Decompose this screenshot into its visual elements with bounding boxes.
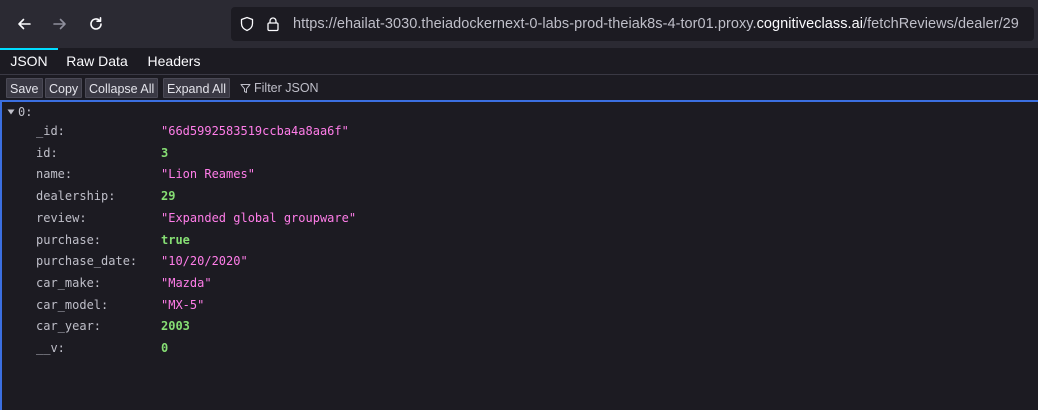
json-value: "Expanded global groupware"	[161, 210, 357, 225]
json-key: purchase:	[36, 232, 102, 247]
json-key: car_year:	[36, 319, 102, 334]
json-key: name:	[36, 167, 73, 182]
reload-icon[interactable]	[82, 10, 110, 38]
save-button[interactable]: Save	[6, 78, 43, 98]
json-key: review:	[36, 210, 87, 225]
json-viewer: 0: _id: "66d5992583519ccba4a8aa6f" id: 3 nam…	[0, 102, 1038, 410]
json-toolbar: Save Copy Collapse All Expand All Filter…	[0, 75, 1038, 102]
filter-placeholder: Filter JSON	[254, 81, 319, 95]
json-key: id:	[36, 145, 58, 160]
json-key: car_model:	[36, 297, 109, 312]
shield-icon[interactable]	[239, 16, 255, 32]
json-value: "Mazda"	[161, 275, 212, 290]
tab-headers[interactable]: Headers	[136, 48, 212, 74]
filter-icon	[240, 80, 251, 100]
json-value: true	[161, 232, 190, 247]
browser-toolbar: https://ehailat-3030.theiadockernext-0-l…	[0, 0, 1038, 48]
json-value: 0	[161, 341, 169, 355]
json-value: "MX-5"	[161, 297, 205, 312]
address-bar[interactable]: https://ehailat-3030.theiadockernext-0-l…	[231, 7, 1034, 41]
url-prefix: https://ehailat-3030.theiadockernext-0-l…	[293, 16, 757, 32]
arrow-right-icon[interactable]	[46, 10, 74, 38]
arrow-left-icon[interactable]	[10, 10, 38, 38]
copy-button[interactable]: Copy	[45, 78, 83, 98]
json-value: "10/20/2020"	[161, 254, 248, 269]
viewer-tabs: JSON Raw Data Headers	[0, 48, 1038, 75]
expand-all-button[interactable]: Expand All	[163, 78, 231, 98]
tab-raw-data[interactable]: Raw Data	[58, 48, 136, 74]
json-key: purchase_date:	[36, 254, 138, 269]
filter-json-input[interactable]: Filter JSON	[240, 78, 319, 98]
json-key: _id:	[36, 124, 65, 138]
json-root-node[interactable]: 0:	[7, 103, 32, 121]
json-value: "Lion Reames"	[161, 167, 255, 182]
tab-json[interactable]: JSON	[0, 48, 58, 74]
url-host: cognitiveclass.ai	[756, 16, 863, 32]
json-value: "66d5992583519ccba4a8aa6f"	[161, 124, 349, 138]
json-value: 3	[161, 145, 169, 160]
triangle-down-icon	[7, 103, 15, 121]
collapse-all-button[interactable]: Collapse All	[85, 78, 159, 98]
json-key: dealership:	[36, 189, 116, 204]
lock-icon[interactable]	[265, 16, 281, 32]
json-value: 29	[161, 189, 176, 204]
json-key: car_make:	[36, 275, 102, 290]
json-root-label: 0:	[18, 105, 33, 119]
json-key: __v:	[36, 341, 65, 355]
url-path: /fetchReviews/dealer/29	[863, 16, 1019, 32]
url-text[interactable]: https://ehailat-3030.theiadockernext-0-l…	[293, 7, 1019, 41]
json-value: 2003	[161, 319, 190, 334]
